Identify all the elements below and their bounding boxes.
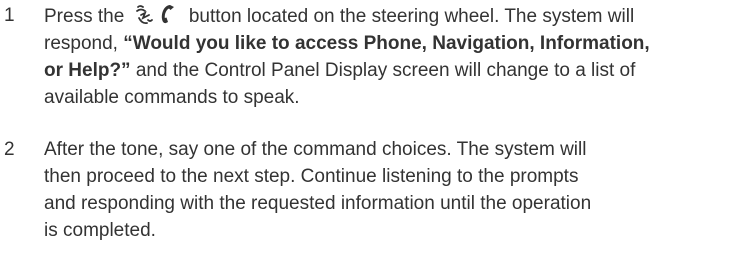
system-prompt-quote-part-2: or Help?” [44,60,131,81]
step-number: 1 [4,5,15,26]
step-2: 2 After the tone, say one of the command… [4,136,734,244]
step-2-line-3: and responding with the requested inform… [44,193,592,214]
step-1-line-3: or Help?” and the Control Panel Display … [44,57,734,84]
step-2-body: After the tone, say one of the command c… [44,136,734,244]
step-1: 1 Press the button located on the steeri… [4,2,734,111]
step-1-line-1: Press the button located on the steering… [44,2,734,30]
step-1-line-3-rest: and the Control Panel Display screen wil… [135,60,636,81]
step-number: 2 [4,139,15,160]
step-1-line-4: available commands to speak. [44,87,300,108]
step-1-line-2: respond, “Would you like to access Phone… [44,30,734,57]
voice-command-icon [134,2,180,26]
text-after-icon: button located on the steering wheel. Th… [188,6,635,27]
text-before-icon: Press the [44,6,125,27]
step-1-body: Press the button located on the steering… [44,2,734,111]
step-2-line-2: then proceed to the next step. Continue … [44,166,579,187]
step-2-line-1: After the tone, say one of the command c… [44,139,587,160]
system-prompt-quote-part-1: “Would you like to access Phone, Navigat… [123,33,650,54]
respond-prefix: respond, [44,33,118,54]
step-2-line-4: is completed. [44,220,156,241]
